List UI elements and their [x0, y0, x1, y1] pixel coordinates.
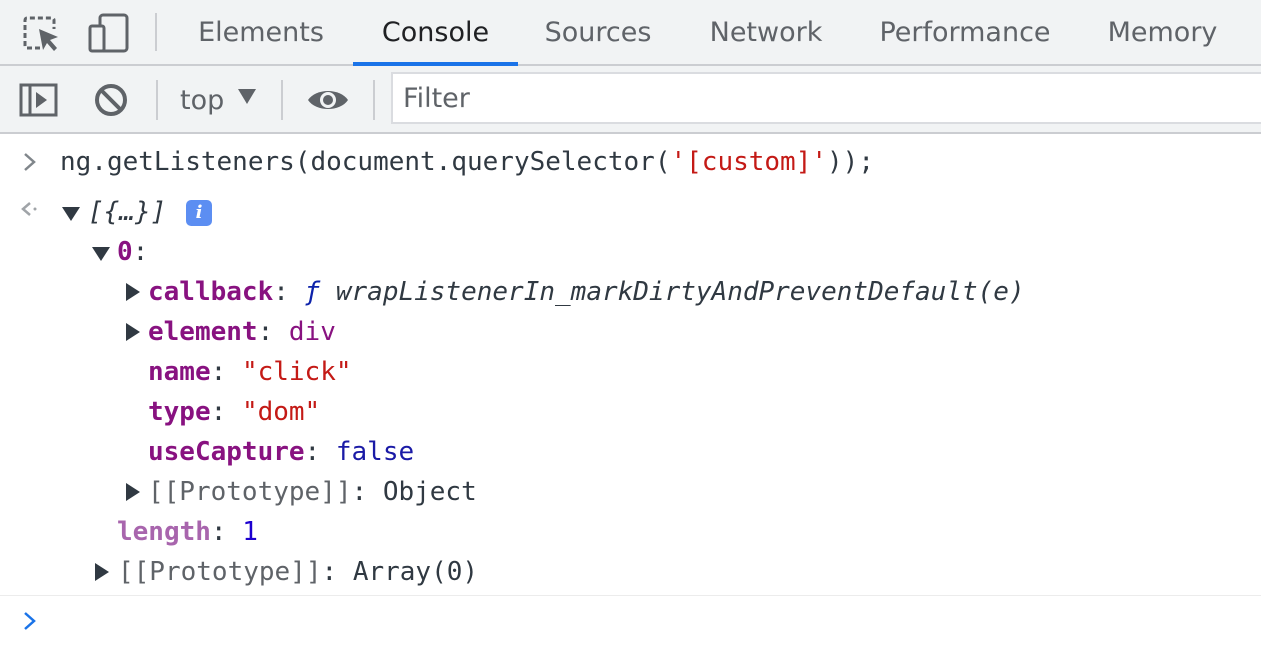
tab-performance[interactable]: Performance [862, 0, 1068, 64]
tab-elements[interactable]: Elements [180, 0, 342, 64]
property-usecapture: useCapture: false [148, 437, 415, 467]
input-code-before: ng.getListeners(document.querySelector( [60, 147, 671, 177]
tab-bar-separator [155, 13, 157, 51]
property-callback[interactable]: callback: ƒ wrapListenerIn_markDirtyAndP… [148, 272, 1025, 312]
expand-toggle-icon[interactable] [92, 247, 110, 261]
toolbar-separator [156, 80, 158, 120]
devtools-tab-bar: Elements Console Sources Network Perform… [0, 0, 1261, 66]
property-length: length: 1 [117, 517, 258, 547]
expand-toggle-icon[interactable] [126, 283, 140, 301]
chevron-down-icon [238, 89, 257, 104]
tab-console[interactable]: Console [353, 0, 518, 64]
console-output[interactable]: ng.getListeners(document.querySelector('… [0, 134, 1261, 669]
info-icon[interactable]: i [186, 200, 212, 226]
property-name: name: "click" [148, 357, 352, 387]
toolbar-separator [281, 80, 283, 120]
clear-console-icon[interactable] [90, 80, 132, 120]
expand-toggle-icon[interactable] [126, 323, 140, 341]
property-type: type: "dom" [148, 397, 321, 427]
result-summary[interactable]: [{…}] [88, 192, 166, 232]
inspect-element-icon[interactable] [20, 12, 64, 54]
expand-toggle-icon[interactable] [95, 563, 109, 581]
input-code-string: '[custom]' [670, 147, 828, 177]
property-element[interactable]: element: div [148, 312, 336, 352]
input-prompt-icon [22, 142, 38, 194]
property-prototype-array[interactable]: [[Prototype]]: Array(0) [118, 552, 478, 592]
input-code-after: )); [827, 147, 874, 177]
context-label: top [180, 85, 225, 116]
tab-network[interactable]: Network [690, 0, 842, 64]
console-divider [0, 595, 1261, 596]
execution-context-selector[interactable]: top [180, 78, 257, 122]
console-toolbar: top [0, 66, 1261, 134]
result-arrow-icon [20, 190, 42, 237]
expand-toggle-icon[interactable] [62, 207, 80, 221]
device-toolbar-icon[interactable] [88, 12, 132, 54]
live-expression-icon[interactable] [306, 80, 348, 120]
expand-toggle-icon[interactable] [126, 483, 140, 501]
show-sidebar-icon[interactable] [18, 80, 60, 120]
tab-memory[interactable]: Memory [1090, 0, 1235, 64]
property-prototype-object[interactable]: [[Prototype]]: Object [148, 472, 477, 512]
console-input-line[interactable]: ng.getListeners(document.querySelector('… [60, 142, 874, 182]
console-prompt-icon[interactable] [22, 601, 38, 648]
tab-sources[interactable]: Sources [528, 0, 668, 64]
filter-input[interactable] [391, 72, 1261, 124]
toolbar-separator [373, 80, 375, 120]
index-0-row[interactable]: 0: [117, 232, 148, 272]
